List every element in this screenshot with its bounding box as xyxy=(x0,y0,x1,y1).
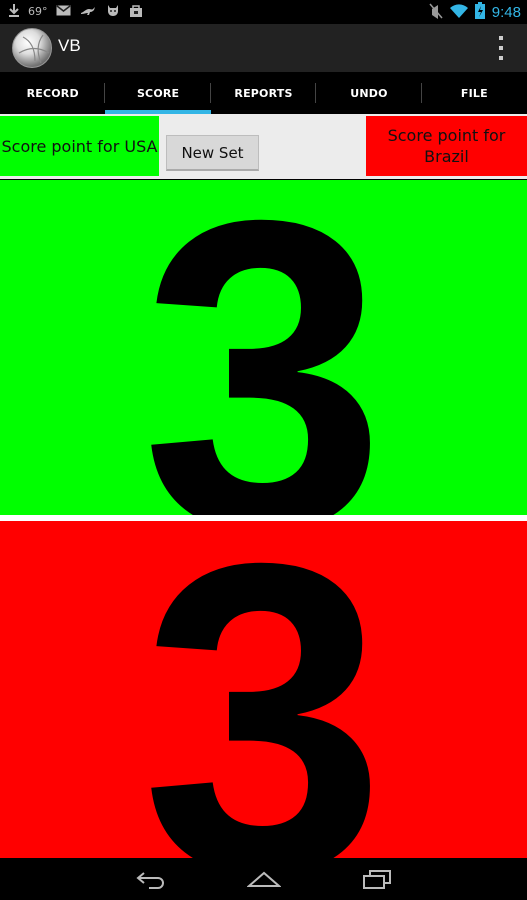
tab-bar: RECORD SCORE REPORTS UNDO FILE xyxy=(0,72,527,114)
kangaroo-icon xyxy=(79,4,97,19)
action-bar: VB xyxy=(0,24,527,72)
bag-icon xyxy=(129,4,143,20)
tab-label: UNDO xyxy=(350,86,388,100)
tab-score[interactable]: SCORE xyxy=(105,72,212,114)
clock-text: 9:48 xyxy=(491,4,521,21)
tab-reports[interactable]: REPORTS xyxy=(211,72,317,114)
tab-label: FILE xyxy=(460,86,488,100)
tab-label: REPORTS xyxy=(234,86,293,100)
status-bar: 69° 9:48 xyxy=(0,0,527,24)
tab-label: RECORD xyxy=(26,86,79,100)
cat-icon xyxy=(105,4,121,20)
tab-file[interactable]: FILE xyxy=(422,72,527,114)
navigation-bar xyxy=(0,858,527,900)
brazil-score: 3 xyxy=(141,521,386,858)
usa-score-panel[interactable]: 3 xyxy=(0,180,527,515)
score-usa-button[interactable]: Score point for USA xyxy=(0,116,159,176)
overflow-menu-icon[interactable] xyxy=(497,36,505,60)
usa-score: 3 xyxy=(141,180,386,515)
control-row: Score point for USA New Set Score point … xyxy=(0,114,527,179)
download-icon xyxy=(8,3,20,20)
tab-record[interactable]: RECORD xyxy=(0,72,106,114)
tab-undo[interactable]: UNDO xyxy=(316,72,422,114)
new-set-button[interactable]: New Set xyxy=(166,135,259,171)
mute-icon xyxy=(429,3,443,23)
tab-label: SCORE xyxy=(136,86,180,100)
back-icon[interactable] xyxy=(131,866,171,892)
brazil-score-panel[interactable]: 3 xyxy=(0,521,527,858)
gmail-icon xyxy=(56,4,71,19)
wifi-icon xyxy=(449,3,468,22)
temperature-text: 69° xyxy=(28,5,48,18)
volleyball-icon[interactable] xyxy=(12,28,52,68)
app-title: VB xyxy=(58,36,81,55)
score-brazil-button[interactable]: Score point for Brazil xyxy=(366,116,527,176)
recent-apps-icon[interactable] xyxy=(357,866,397,892)
home-icon[interactable] xyxy=(244,866,284,892)
battery-icon xyxy=(474,2,485,23)
